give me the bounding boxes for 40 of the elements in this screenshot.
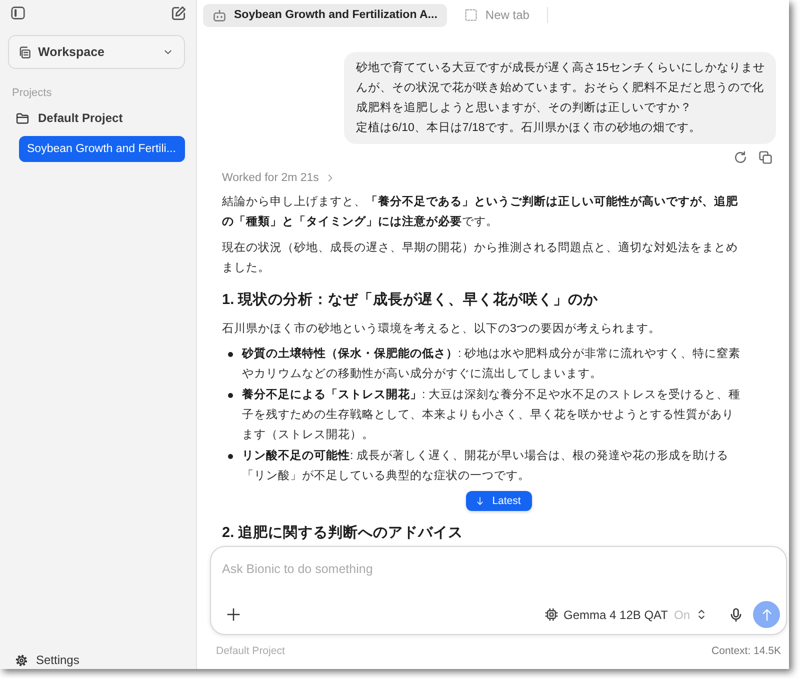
- list-item-text: 養分不足による「ストレス開花」: 大豆は深刻な養分不足や水不足のストレスを受けると、種子を残すための生存戦略として、本来よりも小さく、早く花を咲かせようとする性質があります（ストレス開花）。: [242, 387, 742, 443]
- model-selector[interactable]: Gemma 4 12B QAT On: [542, 604, 709, 626]
- folder-icon: [16, 112, 29, 124]
- response-paragraph: 結論から申し上げますと、「養分不足である」というご判断は正しい可能性が高いですが、追肥の「種類」と「タイミング」には注意が必要です。: [222, 194, 739, 230]
- project-item[interactable]: Default Project: [12, 108, 127, 128]
- microphone-icon: [729, 608, 743, 622]
- context-usage: Context: 14.5K: [712, 644, 781, 658]
- bullet-icon: [228, 352, 233, 357]
- arrow-down-icon: [476, 497, 484, 505]
- response-paragraph: 石川県かほく市の砂地という環境を考えると、以下の3つの要因が考えられます。: [222, 321, 662, 337]
- message-text: 砂地で育てている大豆ですが成長が遅く高さ15センチくらいにしかなりませんが、その状況で花が咲き始めています。おそらく肥料不足だと思うので化成肥料を追肥しようと思いますが、その判断は正しいですか？: [356, 60, 765, 116]
- bullet-icon: [228, 393, 233, 398]
- response-paragraph: 現在の状況（砂地、成長の遅さ、早期の開花）から推測される問題点と、適切な対処法をまとめました。: [222, 240, 739, 276]
- section-heading: 2. 追肥に関する判断へのアドバイス: [222, 524, 464, 543]
- dashed-square-icon: [465, 9, 478, 21]
- project-label: Default Project: [216, 644, 285, 658]
- list-item-text: リン酸不足の可能性: 成長が著しく遅く、開花が早い場合は、根の発達や花の形成を助ける「リン酸」が不足している典型的な症状の一つです。: [242, 448, 730, 484]
- bullet-icon: [228, 454, 233, 459]
- status-label: On: [674, 608, 690, 622]
- plus-icon: [226, 608, 240, 621]
- sidebar-toggle-icon[interactable]: [11, 6, 25, 20]
- message-text: 定植は6/10、本日は7/18です。石川県かほく市の砂地の畑です。: [356, 120, 702, 136]
- section-label: Projects: [12, 86, 52, 100]
- arrow-up-icon: [760, 608, 772, 620]
- pencil-square-icon[interactable]: [171, 6, 186, 20]
- stacked-squares-icon: [18, 46, 31, 58]
- chip-icon: [544, 608, 558, 621]
- settings-icon: [15, 654, 28, 666]
- chat-item[interactable]: Soybean Growth and Fertili...: [19, 136, 185, 162]
- refresh-icon[interactable]: [734, 151, 747, 164]
- chevron-updown-icon: [696, 609, 707, 620]
- workspace-dropdown[interactable]: Workspace: [8, 35, 185, 69]
- list-item-text: 砂質の土壌特性（保水・保肥能の低さ）: 砂地は水や肥料成分が非常に流れやすく、特に窒素やカリウムなどの移動性が高い成分がすぐに流出してしまいます。: [242, 346, 742, 382]
- tab[interactable]: Soybean Growth and Fertilization A...: [203, 4, 448, 26]
- settings-button[interactable]: Settings: [11, 651, 84, 669]
- message-input[interactable]: Ask Bionic to do something: [222, 560, 774, 578]
- robot-icon: [213, 8, 226, 22]
- section-heading: 1. 現状の分析：なぜ「成長が遅く、早く花が咲く」のか: [222, 290, 600, 310]
- copy-icon[interactable]: [759, 151, 772, 164]
- jump-to-latest-button[interactable]: Latest: [466, 491, 532, 511]
